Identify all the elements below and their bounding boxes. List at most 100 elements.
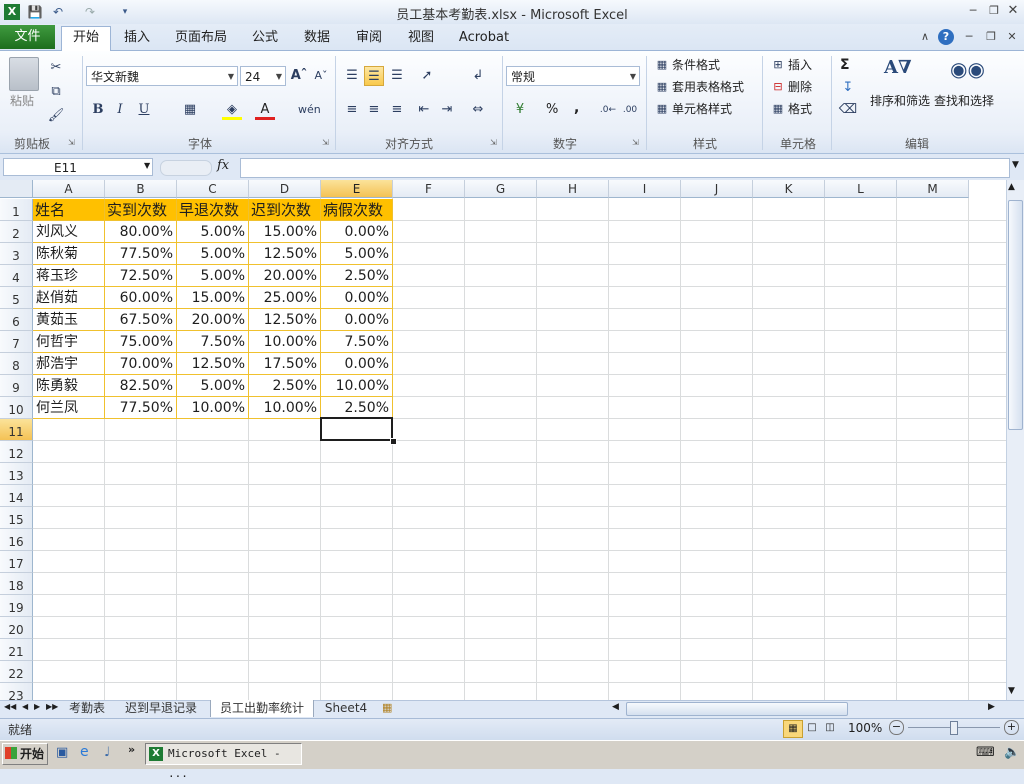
show-desktop-icon[interactable]: ▣: [56, 745, 68, 760]
zoom-in-icon[interactable]: +: [1004, 720, 1019, 735]
border-icon[interactable]: ▦: [180, 100, 200, 120]
format-cells-icon[interactable]: ▦: [768, 99, 788, 119]
copy-icon[interactable]: ⧉: [46, 82, 66, 102]
rate-cell[interactable]: 5.00%: [177, 375, 249, 397]
row-header[interactable]: 22: [0, 661, 33, 683]
phonetic-icon[interactable]: wén: [298, 100, 321, 120]
collapse-ribbon-icon[interactable]: ∧: [918, 30, 932, 44]
tab-insert[interactable]: 插入: [116, 27, 158, 49]
find-select-icon[interactable]: ◉◉: [950, 57, 985, 87]
chevron-down-icon[interactable]: ▼: [144, 161, 150, 170]
rate-cell[interactable]: 0.00%: [321, 287, 393, 309]
name-cell[interactable]: 赵俏茹: [33, 287, 105, 309]
rate-cell[interactable]: 10.00%: [321, 375, 393, 397]
tab-page-layout[interactable]: 页面布局: [170, 27, 232, 49]
increase-indent-icon[interactable]: ⇥: [437, 100, 457, 120]
orientation-icon[interactable]: ➚: [417, 66, 437, 86]
expand-formula-icon[interactable]: ▼: [1012, 160, 1019, 170]
font-launcher-icon[interactable]: ⇲: [322, 138, 329, 147]
decrease-indent-icon[interactable]: ⇤: [414, 100, 434, 120]
workbook-close-icon[interactable]: ✕: [1005, 30, 1019, 44]
format-painter-icon[interactable]: 🖌: [46, 106, 66, 126]
align-top-icon[interactable]: ☰: [342, 66, 362, 86]
underline-icon[interactable]: U: [134, 100, 154, 120]
page-layout-view-icon[interactable]: □: [804, 720, 820, 736]
tab-acrobat[interactable]: Acrobat: [455, 27, 513, 49]
row-header[interactable]: 23: [0, 683, 33, 700]
tab-review[interactable]: 审阅: [349, 27, 389, 49]
keyboard-tray-icon[interactable]: ⌨: [976, 745, 995, 760]
column-header[interactable]: M: [897, 180, 969, 198]
rate-cell[interactable]: 17.50%: [249, 353, 321, 375]
wrap-text-icon[interactable]: ↲: [468, 66, 488, 86]
row-header[interactable]: 5: [0, 287, 33, 309]
row-header[interactable]: 18: [0, 573, 33, 595]
sheet-nav-last-icon[interactable]: ▶▶: [46, 702, 58, 711]
scroll-up-icon[interactable]: ▲: [1008, 182, 1015, 192]
row-header[interactable]: 8: [0, 353, 33, 375]
row-header[interactable]: 3: [0, 243, 33, 265]
column-header[interactable]: D: [249, 180, 321, 198]
shrink-font-icon[interactable]: Aˇ: [311, 66, 331, 86]
scroll-down-icon[interactable]: ▼: [1008, 686, 1015, 696]
hscroll-right-icon[interactable]: ▶: [988, 702, 995, 712]
column-header[interactable]: A: [33, 180, 105, 198]
sheet-tab-late-early[interactable]: 迟到早退记录: [116, 700, 206, 717]
rate-cell[interactable]: 5.00%: [177, 265, 249, 287]
table-header-cell[interactable]: 早退次数: [177, 199, 249, 221]
grow-font-icon[interactable]: Aˆ: [289, 66, 309, 86]
table-header-cell[interactable]: 姓名: [33, 199, 105, 221]
rate-cell[interactable]: 70.00%: [105, 353, 177, 375]
rate-cell[interactable]: 20.00%: [177, 309, 249, 331]
page-break-view-icon[interactable]: ◫: [822, 720, 838, 736]
font-color-icon[interactable]: A: [255, 100, 275, 120]
media-icon[interactable]: ♩: [104, 745, 110, 760]
name-cell[interactable]: 陈秋菊: [33, 243, 105, 265]
number-launcher-icon[interactable]: ⇲: [632, 138, 639, 147]
row-header[interactable]: 11: [0, 419, 33, 441]
row-header[interactable]: 4: [0, 265, 33, 287]
zoom-slider-thumb[interactable]: [950, 721, 958, 735]
italic-icon[interactable]: I: [110, 100, 130, 120]
zoom-level[interactable]: 100%: [848, 721, 882, 735]
merge-center-icon[interactable]: ⇔: [468, 100, 488, 120]
sheet-nav-next-icon[interactable]: ▶: [34, 702, 40, 711]
table-header-cell[interactable]: 病假次数: [321, 199, 393, 221]
name-cell[interactable]: 刘风义: [33, 221, 105, 243]
workbook-minimize-icon[interactable]: ─: [962, 30, 976, 44]
row-header[interactable]: 7: [0, 331, 33, 353]
alignment-launcher-icon[interactable]: ⇲: [490, 138, 497, 147]
rate-cell[interactable]: 0.00%: [321, 309, 393, 331]
align-right-icon[interactable]: ≡: [387, 100, 407, 120]
sheet-tab-attendance[interactable]: 考勤表: [62, 700, 112, 717]
rate-cell[interactable]: 12.50%: [249, 243, 321, 265]
row-header[interactable]: 16: [0, 529, 33, 551]
workbook-restore-icon[interactable]: ❐: [984, 30, 998, 44]
rate-cell[interactable]: 7.50%: [177, 331, 249, 353]
table-header-cell[interactable]: 迟到次数: [249, 199, 321, 221]
font-name-combo[interactable]: 华文新魏 ▼: [86, 66, 238, 86]
cut-icon[interactable]: ✂: [46, 58, 66, 78]
rate-cell[interactable]: 0.00%: [321, 353, 393, 375]
name-cell[interactable]: 郝浩宇: [33, 353, 105, 375]
taskbar-excel-button[interactable]: Microsoft Excel - ...: [145, 743, 302, 780]
format-cells-button[interactable]: 格式: [788, 100, 812, 118]
autosum-button[interactable]: Σ: [840, 56, 850, 74]
align-left-icon[interactable]: ≡: [342, 100, 362, 120]
row-header[interactable]: 12: [0, 441, 33, 463]
increase-decimal-icon[interactable]: .0←: [598, 100, 618, 120]
row-header[interactable]: 19: [0, 595, 33, 617]
rate-cell[interactable]: 2.50%: [321, 397, 393, 419]
rate-cell[interactable]: 5.00%: [321, 243, 393, 265]
rate-cell[interactable]: 82.50%: [105, 375, 177, 397]
sheet-nav-first-icon[interactable]: ◀◀: [4, 702, 16, 711]
row-header[interactable]: 20: [0, 617, 33, 639]
name-cell[interactable]: 黄茹玉: [33, 309, 105, 331]
rate-cell[interactable]: 7.50%: [321, 331, 393, 353]
column-header[interactable]: E: [321, 180, 393, 198]
align-middle-icon[interactable]: ☰: [364, 66, 384, 86]
sort-filter-icon[interactable]: A∇: [884, 57, 914, 89]
volume-tray-icon[interactable]: 🔈: [1004, 745, 1020, 760]
clear-icon[interactable]: ⌫: [838, 100, 858, 120]
worksheet-grid[interactable]: A B C D E F G H I J K L M 1 2 3 4 5 6 7 8 9 10 11 12 13 14 15 16 17 18…: [0, 180, 1006, 700]
